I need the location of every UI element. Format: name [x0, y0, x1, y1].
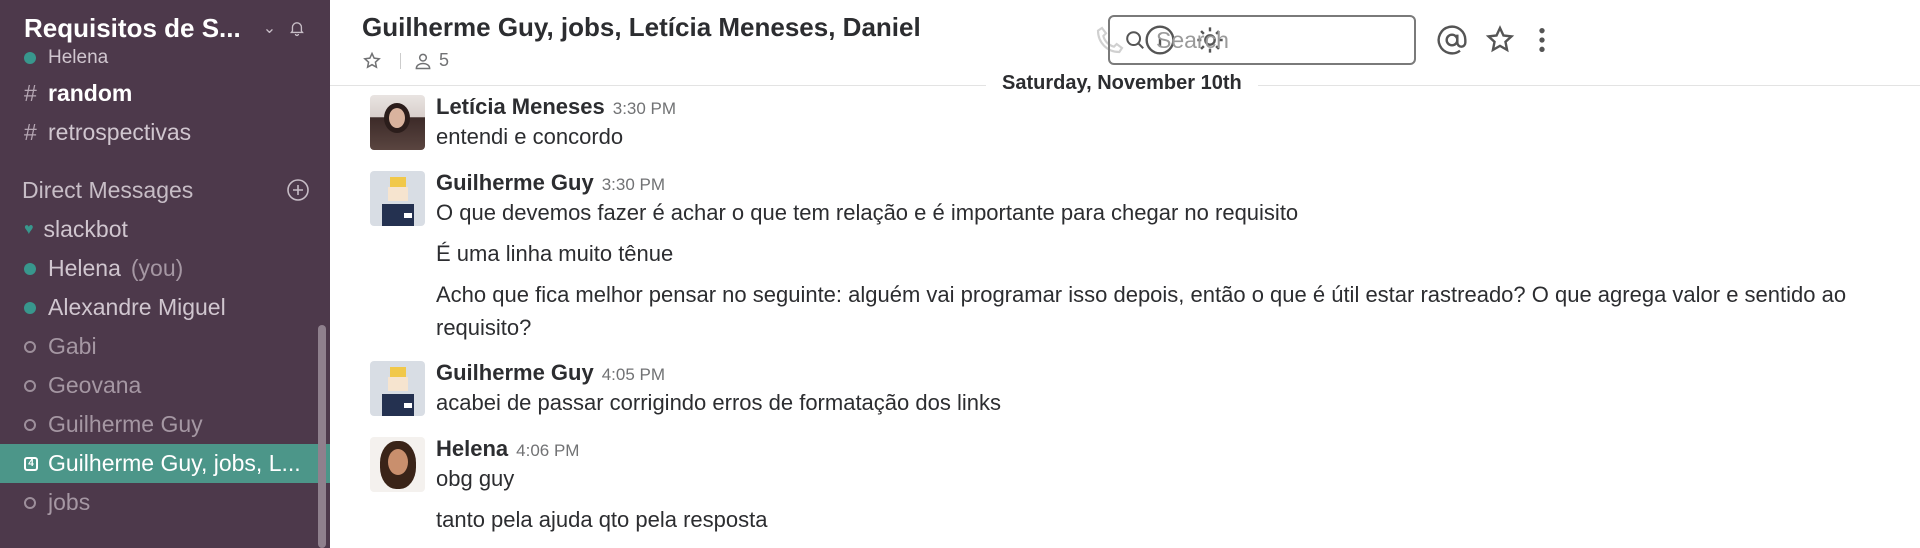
sidebar-item-label: Geovana: [48, 372, 142, 398]
message: Letícia Meneses 3:30 PM entendi e concord…: [330, 92, 1920, 168]
message-text: acabei de passar corrigindo erros de for…: [436, 390, 1001, 415]
avatar[interactable]: [370, 361, 425, 416]
workspace-name[interactable]: Requisitos de S...: [24, 13, 241, 44]
online-status-icon: [24, 52, 36, 64]
channel-meta: 5: [362, 50, 449, 71]
search-icon: [1126, 31, 1144, 49]
sidebar: Requisitos de S... ⌄ Helena # random # r…: [0, 0, 330, 548]
message-list: Letícia Meneses 3:30 PM entendi e concord…: [330, 92, 1920, 536]
member-count[interactable]: 5: [439, 50, 449, 71]
away-status-icon: [24, 340, 36, 353]
message-time[interactable]: 3:30 PM: [602, 175, 665, 194]
mention-icon[interactable]: [1436, 24, 1468, 56]
sidebar-item-label: Helena: [48, 47, 109, 68]
direct-messages-label: Direct Messages: [22, 176, 194, 203]
message-sender[interactable]: Letícia Meneses: [436, 94, 605, 119]
avatar[interactable]: [370, 95, 425, 150]
group-count-icon: 4: [24, 456, 38, 471]
sidebar-item-geovana[interactable]: Geovana: [0, 366, 330, 405]
starred-icon[interactable]: [1484, 24, 1516, 56]
message: Guilherme Guy 3:30 PM O que devemos fazer…: [330, 168, 1920, 358]
sidebar-item-random[interactable]: # random: [0, 74, 330, 113]
heart-icon: ♥: [24, 220, 34, 238]
message-text: Acho que fica melhor pensar no seguinte:…: [436, 282, 1847, 340]
search-input[interactable]: [1156, 26, 1396, 54]
sidebar-item-group-dm[interactable]: 4 Guilherme Guy, jobs, L...: [0, 444, 330, 483]
message-sender[interactable]: Guilherme Guy: [436, 170, 594, 195]
sidebar-item-jobs[interactable]: jobs: [0, 483, 330, 522]
message-sender[interactable]: Helena: [436, 436, 508, 461]
sidebar-scrollbar[interactable]: [318, 325, 326, 548]
message-text: obg guy: [436, 466, 515, 491]
away-status-icon: [24, 496, 36, 509]
sidebar-item-label: retrospectivas: [48, 119, 192, 145]
sidebar-item-label: Gabi: [48, 333, 97, 359]
sidebar-item-retrospectivas[interactable]: # retrospectivas: [0, 113, 330, 152]
away-status-icon: [24, 379, 36, 392]
message-time[interactable]: 4:05 PM: [602, 365, 665, 384]
message-text: tanto pela ajuda qto pela resposta: [436, 507, 768, 532]
hash-icon: #: [24, 80, 37, 106]
divider: [400, 52, 401, 69]
message-text: O que devemos fazer é achar o que tem re…: [436, 200, 1299, 225]
sidebar-item-label: jobs: [48, 489, 91, 515]
member-icon[interactable]: [413, 51, 433, 71]
add-dm-icon[interactable]: [286, 178, 310, 202]
message: Helena 4:06 PM obg guy tanto pela ajuda q…: [330, 434, 1920, 536]
sidebar-item-label: Guilherme Guy: [48, 411, 203, 437]
chevron-down-icon[interactable]: ⌄: [263, 18, 276, 38]
sidebar-item-helena[interactable]: Helena: [0, 42, 330, 74]
away-status-icon: [24, 418, 36, 431]
hash-icon: #: [24, 119, 37, 145]
star-icon[interactable]: [362, 51, 382, 71]
avatar[interactable]: [370, 437, 425, 492]
message-time[interactable]: 4:06 PM: [516, 441, 579, 460]
bell-icon[interactable]: [288, 13, 306, 43]
sidebar-item-guilherme-guy[interactable]: Guilherme Guy: [0, 405, 330, 444]
sidebar-item-label: Alexandre Miguel: [48, 294, 226, 320]
sidebar-item-label: Guilherme Guy, jobs, L...: [48, 450, 301, 476]
message-text: entendi e concordo: [436, 124, 624, 149]
sidebar-item-slackbot[interactable]: ♥ slackbot: [0, 210, 330, 249]
message: Guilherme Guy 4:05 PM acabei de passar co…: [330, 358, 1920, 434]
channel-title[interactable]: Guilherme Guy, jobs, Letícia Meneses, Da…: [362, 12, 921, 43]
search-box[interactable]: [1108, 15, 1416, 65]
main-panel: Guilherme Guy, jobs, Letícia Meneses, Da…: [330, 0, 1920, 548]
sidebar-item-label: Helena: [48, 255, 121, 281]
message-time[interactable]: 3:30 PM: [613, 99, 676, 118]
message-text: É uma linha muito tênue: [436, 241, 674, 266]
you-indicator: (you): [130, 255, 184, 281]
online-status-icon: [24, 262, 36, 275]
sidebar-item-label: random: [48, 80, 133, 106]
sidebar-item-helena-you[interactable]: Helena (you): [0, 249, 330, 288]
direct-messages-header[interactable]: Direct Messages: [0, 170, 330, 210]
online-status-icon: [24, 301, 36, 314]
sidebar-item-alexandre-miguel[interactable]: Alexandre Miguel: [0, 288, 330, 327]
sidebar-item-gabi[interactable]: Gabi: [0, 327, 330, 366]
avatar[interactable]: [370, 171, 425, 226]
message-sender[interactable]: Guilherme Guy: [436, 360, 594, 385]
sidebar-item-label: slackbot: [43, 216, 128, 242]
more-icon[interactable]: [1526, 24, 1558, 56]
